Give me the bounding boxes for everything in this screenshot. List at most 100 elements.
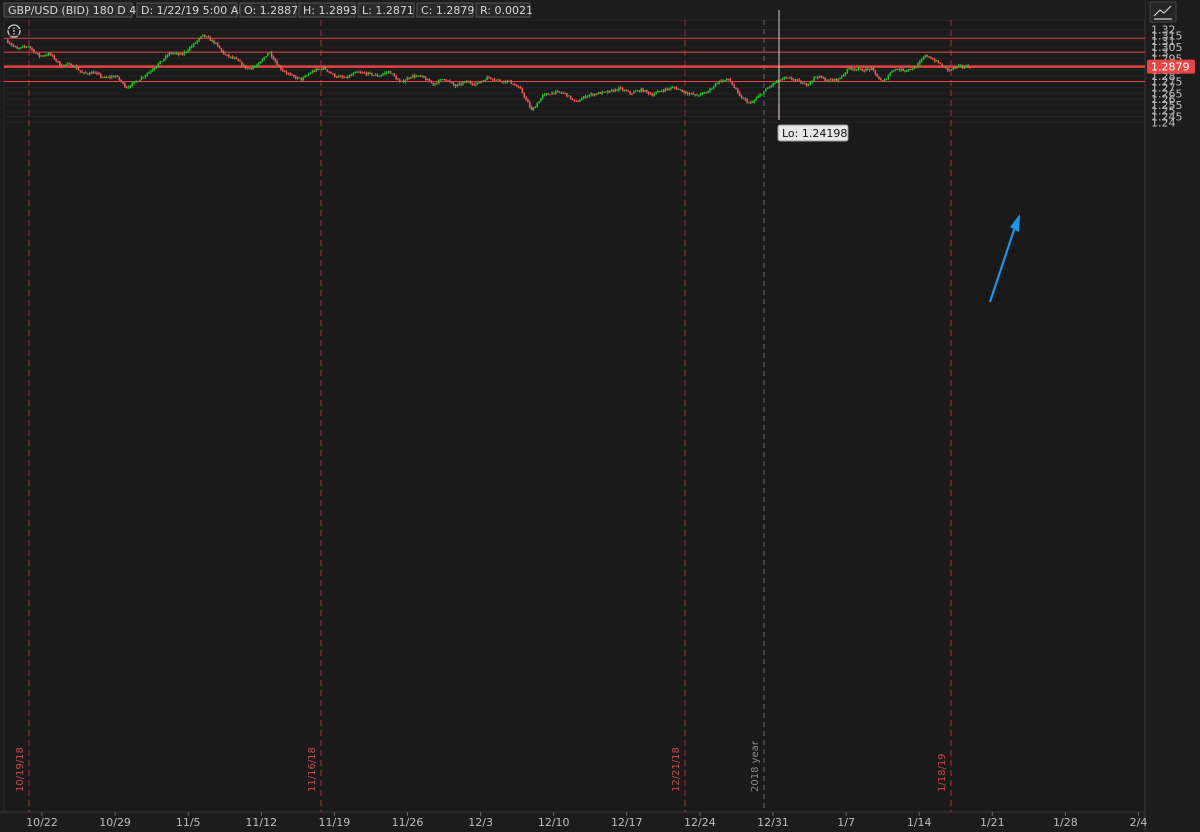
candle-body-down (449, 80, 451, 82)
candle-body-up (540, 98, 542, 102)
candle-body-up (166, 55, 169, 57)
candle-body-up (917, 63, 919, 68)
candle-body-down (272, 56, 275, 60)
candle-body-down (98, 73, 100, 75)
candle-body-up (802, 83, 804, 85)
candle-body-down (750, 102, 752, 104)
candle-body-up (484, 80, 487, 82)
candle-body-up (18, 48, 20, 50)
candle-body-down (389, 71, 392, 74)
price-chart[interactable]: GBP/USD (BID) 180 D 4h D: 1/22/19 5:00 A… (0, 0, 1200, 832)
candle-body-down (696, 94, 698, 96)
candle-body-down (549, 94, 552, 96)
candle-body-up (776, 81, 778, 83)
candle-body-down (686, 93, 689, 95)
candle-body-down (216, 43, 219, 46)
candle-body-down (120, 80, 122, 82)
candle-body-up (150, 71, 152, 73)
candle-body-up (887, 75, 890, 79)
candle-body-up (757, 96, 760, 99)
candle-body-up (952, 67, 955, 70)
candle-body-down (42, 55, 44, 57)
candle-body-up (644, 90, 646, 92)
candle-body-down (861, 69, 864, 71)
candle-body-up (783, 77, 786, 79)
candle-body-up (475, 83, 477, 85)
candle-body-down (346, 76, 349, 78)
candle-body-up (205, 36, 208, 38)
candle-body-down (850, 67, 852, 70)
candle-body-up (259, 61, 262, 64)
candle-body-down (530, 107, 533, 110)
chart-style-icon[interactable] (1149, 1, 1177, 23)
candle-body-up (307, 74, 310, 76)
candle-body-down (226, 54, 228, 56)
candle-body-down (125, 86, 128, 89)
candle-body-up (554, 91, 557, 94)
candle-body-down (525, 97, 527, 100)
candle-body-up (94, 72, 96, 74)
candle-body-down (510, 80, 513, 84)
candle-body-down (896, 68, 899, 70)
candle-body-down (365, 72, 368, 75)
candle-body-up (748, 102, 750, 104)
candle-body-down (950, 69, 953, 71)
candle-body-down (519, 87, 522, 89)
candle-body-down (928, 56, 930, 58)
candle-body-up (400, 80, 403, 82)
candle-body-up (196, 40, 199, 43)
candle-body-down (14, 46, 17, 48)
candle-body-up (506, 80, 509, 83)
candle-body-up (855, 69, 858, 71)
candle-body-up (772, 83, 774, 86)
candle-body-down (60, 65, 63, 67)
candle-body-up (711, 88, 713, 90)
candle-body-up (384, 72, 386, 74)
candle-body-down (649, 93, 652, 95)
candle-body-down (333, 73, 336, 77)
candle-body-down (584, 96, 587, 98)
candle-body-up (653, 93, 656, 96)
candle-body-down (945, 66, 947, 68)
candle-body-down (937, 60, 940, 63)
candle-body-up (699, 93, 702, 96)
candle-body-down (499, 79, 501, 82)
candle-body-up (698, 95, 700, 97)
candle-body-up (677, 89, 680, 91)
candle-body-up (590, 93, 592, 96)
candle-body-up (768, 86, 771, 89)
candle-body-up (844, 72, 847, 75)
candle-body-down (659, 91, 661, 93)
candle-body-down (12, 45, 15, 47)
candle-body-up (189, 47, 191, 51)
candle-body-up (848, 67, 851, 69)
candle-body-down (599, 92, 602, 94)
candle-body-up (532, 107, 535, 110)
candle-body-down (237, 58, 239, 61)
candle-body-down (218, 45, 221, 49)
candle-body-up (164, 55, 167, 60)
candle-body-up (688, 93, 691, 95)
candle-body-up (304, 76, 306, 78)
candle-body-up (254, 66, 256, 68)
candle-body-down (489, 77, 492, 79)
candle-body-up (716, 83, 719, 85)
candle-body-down (101, 76, 104, 78)
candle-body-down (241, 61, 243, 66)
candle-body-down (430, 81, 433, 83)
candle-body-up (813, 77, 815, 81)
candle-body-down (527, 99, 529, 103)
candle-body-down (294, 76, 297, 79)
candle-body-up (761, 94, 763, 96)
candle-body-up (426, 79, 429, 81)
candle-body-up (103, 77, 106, 79)
price-axis[interactable]: 1.321.3151.311.3051.31.2951.291.2851.281… (1151, 24, 1183, 130)
candle-body-up (27, 46, 30, 48)
candle-body-down (358, 71, 360, 73)
candle-body-down (692, 93, 695, 95)
candle-body-up (943, 66, 945, 68)
low-annotation-text: Lo: 1.24198 (782, 127, 847, 140)
symbol-label[interactable]: GBP/USD (BID) 180 D 4h (8, 4, 143, 17)
candle-body-down (283, 70, 286, 72)
candle-body-down (369, 72, 371, 74)
